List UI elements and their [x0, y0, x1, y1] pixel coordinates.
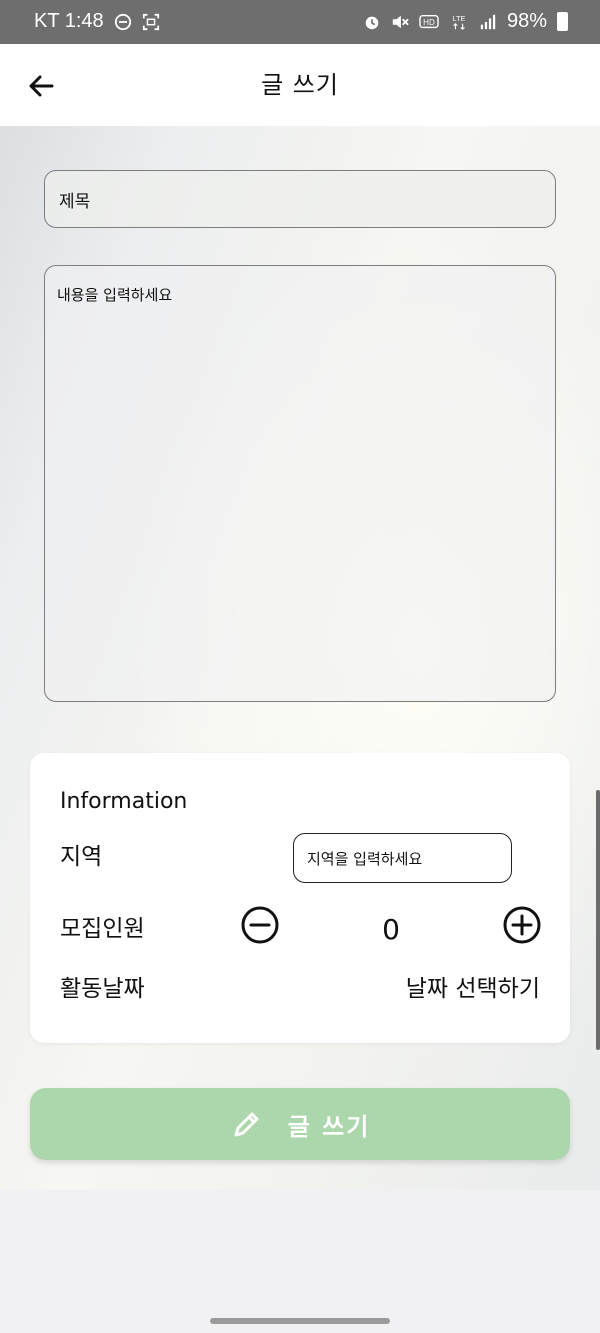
home-indicator: [210, 1318, 390, 1324]
alarm-icon: [365, 16, 379, 29]
carrier-time: KT 1:48: [34, 10, 104, 32]
date-select-button[interactable]: 날짜 선택하기: [406, 969, 540, 1003]
screen-record-icon: [142, 13, 159, 30]
status-bar-right: HD LTE 98%: [363, 10, 568, 33]
signal-icon: [480, 14, 496, 29]
bottom-area: [0, 1190, 600, 1333]
lte-icon: LTE: [453, 14, 466, 30]
scroll-indicator: [596, 790, 600, 1050]
minus-circle-button[interactable]: [240, 905, 280, 945]
submit-button[interactable]: 글 쓰기: [30, 1088, 570, 1160]
recruit-label: 모집인원: [60, 916, 145, 942]
back-arrow-icon[interactable]: [22, 66, 62, 106]
svg-text:LTE: LTE: [453, 14, 466, 23]
minus-circle-icon: [114, 13, 131, 30]
title-placeholder: 제목: [59, 191, 91, 212]
recruit-count: 0: [382, 913, 400, 946]
submit-label: 글 쓰기: [287, 1112, 371, 1141]
content-placeholder: 내용을 입력하세요: [57, 286, 173, 304]
region-label: 지역: [60, 844, 103, 870]
battery-icon: [557, 12, 568, 31]
svg-text:HD: HD: [423, 18, 435, 27]
page-title: 글 쓰기: [261, 71, 339, 99]
mute-icon: [392, 15, 409, 28]
plus-circle-button[interactable]: [502, 905, 542, 945]
hd-icon: HD: [419, 14, 439, 28]
information-heading: Information: [60, 789, 188, 814]
pencil-icon: [234, 1112, 259, 1137]
title-input[interactable]: 제목: [44, 170, 556, 228]
region-input[interactable]: 지역을 입력하세요: [293, 833, 512, 883]
status-bar-left: KT 1:48: [34, 10, 160, 33]
status-bar: KT 1:48 HD LTE 98%: [0, 0, 600, 44]
battery-percent: 98%: [506, 10, 547, 32]
region-placeholder: 지역을 입력하세요: [307, 849, 423, 868]
information-card: Information 지역 지역을 입력하세요 모집인원 0 활동날짜 날짜 …: [30, 753, 570, 1043]
content-textarea[interactable]: 내용을 입력하세요: [44, 265, 556, 702]
date-label: 활동날짜: [60, 976, 145, 1002]
app-bar: 글 쓰기: [0, 44, 600, 126]
